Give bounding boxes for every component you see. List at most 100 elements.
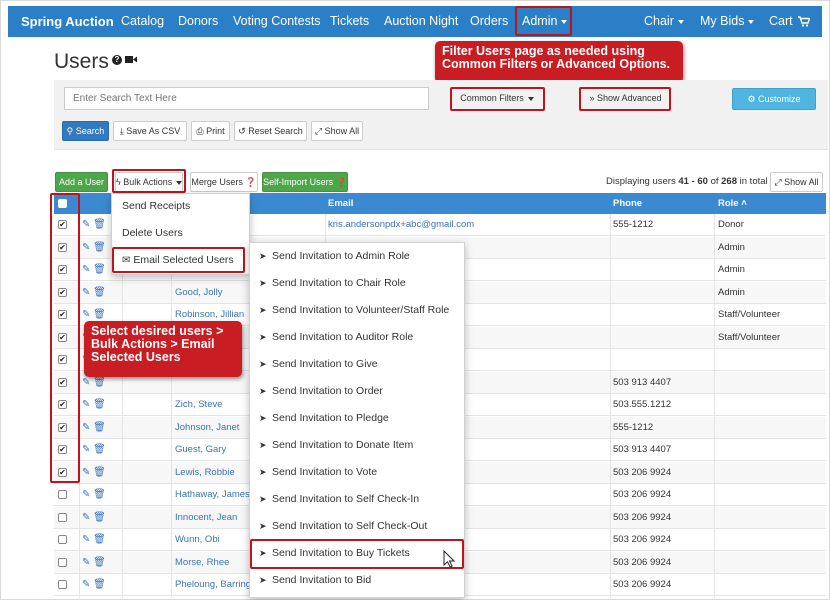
bulk-actions-highlight	[112, 169, 186, 193]
merge-users-button[interactable]: Merge Users ❓	[190, 172, 258, 192]
send-icon: ➤	[259, 332, 267, 342]
top-navbar: Spring Auction Catalog Donors Voting Con…	[8, 6, 822, 37]
trash-icon[interactable]: 🗑	[93, 377, 106, 388]
trash-icon[interactable]: 🗑	[93, 467, 106, 478]
nav-voting-contests[interactable]: Voting Contests	[233, 6, 321, 37]
submenu-item[interactable]: ➤ Send Invitation to Admin Role	[250, 250, 464, 262]
user-phone: 503 206 9924	[613, 511, 672, 523]
show-all-table-button[interactable]: ⤢ Show All	[770, 172, 823, 192]
edit-icon[interactable]: ✎	[82, 534, 90, 545]
row-checkbox[interactable]	[58, 512, 67, 522]
submenu-item-label: Send Invitation to Self Check-Out	[272, 520, 428, 532]
user-phone	[613, 304, 713, 326]
trash-icon[interactable]: 🗑	[93, 264, 106, 275]
edit-icon[interactable]: ✎	[82, 287, 90, 298]
video-icon[interactable]	[125, 55, 138, 64]
header-role[interactable]: Role ˄	[718, 193, 747, 214]
search-input[interactable]	[64, 87, 429, 110]
send-icon: ➤	[259, 467, 267, 477]
submenu-item[interactable]: ➤ Send Invitation to Volunteer/Staff Role	[250, 304, 464, 316]
trash-icon[interactable]: 🗑	[93, 579, 106, 590]
submenu-item[interactable]: ➤ Send Invitation to Self Check-Out	[250, 520, 464, 532]
edit-icon[interactable]: ✎	[82, 399, 90, 410]
save-csv-label: Save As CSV	[126, 126, 181, 136]
reset-search-button[interactable]: ↺ Reset Search	[234, 121, 307, 141]
edit-icon[interactable]: ✎	[82, 512, 90, 523]
edit-icon[interactable]: ✎	[82, 377, 90, 388]
edit-icon[interactable]: ✎	[82, 579, 90, 590]
row-checkbox[interactable]	[58, 490, 67, 499]
edit-icon[interactable]: ✎	[82, 467, 90, 478]
submenu-item[interactable]: ➤ Send Invitation to Vote	[250, 466, 464, 478]
nav-catalog[interactable]: Catalog	[121, 6, 164, 37]
nav-my-bids-dropdown[interactable]: My Bids	[700, 6, 755, 37]
display-suffix: in total	[739, 176, 768, 187]
trash-icon[interactable]: 🗑	[93, 557, 106, 568]
user-phone: 555-1212	[613, 219, 654, 230]
user-role: Staff/Volunteer	[718, 309, 781, 320]
row-checkbox[interactable]	[58, 535, 67, 544]
user-role: Staff/Volunteer	[718, 331, 781, 343]
trash-icon[interactable]: 🗑	[93, 242, 106, 253]
row-checkbox[interactable]	[58, 580, 67, 589]
submenu-item[interactable]: ➤ Send Invitation to Chair Role	[250, 277, 464, 289]
edit-icon[interactable]: ✎	[82, 264, 90, 275]
edit-icon[interactable]: ✎	[82, 309, 90, 320]
row-checkbox[interactable]	[58, 557, 67, 567]
help-icon[interactable]: ?	[112, 55, 122, 65]
nav-cart[interactable]: Cart	[769, 6, 811, 37]
submenu-item-label: Send Invitation to Self Check-In	[272, 493, 420, 505]
search-button[interactable]: ⚲ Search	[62, 121, 109, 141]
edit-icon[interactable]: ✎	[82, 422, 90, 433]
show-all-search-button[interactable]: ⤢ Show All	[311, 121, 363, 141]
nav-donors[interactable]: Donors	[178, 6, 218, 37]
trash-icon[interactable]: 🗑	[93, 422, 106, 433]
submenu-item[interactable]: ➤ Send Invitation to Self Check-In	[250, 493, 464, 505]
cart-icon	[798, 16, 811, 27]
nav-auction-night[interactable]: Auction Night	[384, 6, 458, 37]
trash-icon[interactable]: 🗑	[93, 399, 106, 410]
save-csv-button[interactable]: ⤓ Save As CSV	[113, 121, 187, 141]
mouse-pointer-icon	[443, 550, 455, 568]
header-email[interactable]: Email	[328, 193, 353, 214]
header-phone[interactable]: Phone	[613, 193, 642, 214]
expand-icon: ⤢	[314, 126, 323, 136]
print-button[interactable]: ⎙ Print	[191, 121, 230, 141]
trash-icon[interactable]: 🗑	[93, 534, 106, 545]
self-import-button[interactable]: Self-Import Users ❓	[262, 172, 348, 192]
submenu-item[interactable]: ➤ Send Invitation to Order	[250, 385, 464, 397]
customize-button[interactable]: ⚙ Customize	[732, 88, 816, 110]
trash-icon[interactable]: 🗑	[93, 309, 106, 320]
row-actions: ✎ 🗑	[82, 552, 106, 574]
trash-icon[interactable]: 🗑	[93, 287, 106, 298]
add-user-button[interactable]: Add a User	[55, 172, 108, 192]
edit-icon[interactable]: ✎	[82, 242, 90, 253]
trash-icon[interactable]: 🗑	[93, 219, 106, 230]
submenu-item[interactable]: ➤ Send Invitation to Donate Item	[250, 439, 464, 451]
user-role	[718, 349, 823, 371]
show-advanced-highlight	[579, 87, 671, 111]
submenu-item[interactable]: ➤ Send Invitation to Bid	[250, 574, 464, 586]
submenu-item-label: Send Invitation to Donate Item	[272, 439, 414, 451]
trash-icon[interactable]: 🗑	[93, 444, 106, 455]
edit-icon[interactable]: ✎	[82, 489, 90, 500]
brand-link[interactable]: Spring Auction	[21, 6, 114, 37]
nav-orders[interactable]: Orders	[470, 6, 508, 37]
chevron-down-icon	[748, 19, 755, 24]
reset-search-label: Reset Search	[248, 126, 303, 136]
trash-icon[interactable]: 🗑	[93, 489, 106, 500]
submenu-item[interactable]: ➤ Send Invitation to Auditor Role	[250, 331, 464, 343]
user-email[interactable]: kris.andersonpdx+abc@gmail.com	[328, 214, 608, 236]
edit-icon[interactable]: ✎	[82, 444, 90, 455]
submenu-item[interactable]: ➤ Send Invitation to Pledge	[250, 412, 464, 424]
edit-icon[interactable]: ✎	[82, 219, 90, 230]
edit-icon[interactable]: ✎	[82, 557, 90, 568]
submenu-item[interactable]: ➤ Send Invitation to Give	[250, 358, 464, 370]
print-icon: ⎙	[196, 126, 204, 136]
user-phone	[613, 237, 713, 259]
nav-chair-dropdown[interactable]: Chair	[644, 6, 684, 37]
trash-icon[interactable]: 🗑	[93, 512, 106, 523]
menu-delete-users[interactable]: Delete Users	[112, 227, 249, 239]
nav-tickets[interactable]: Tickets	[330, 6, 369, 37]
menu-send-receipts[interactable]: Send Receipts	[112, 200, 249, 212]
